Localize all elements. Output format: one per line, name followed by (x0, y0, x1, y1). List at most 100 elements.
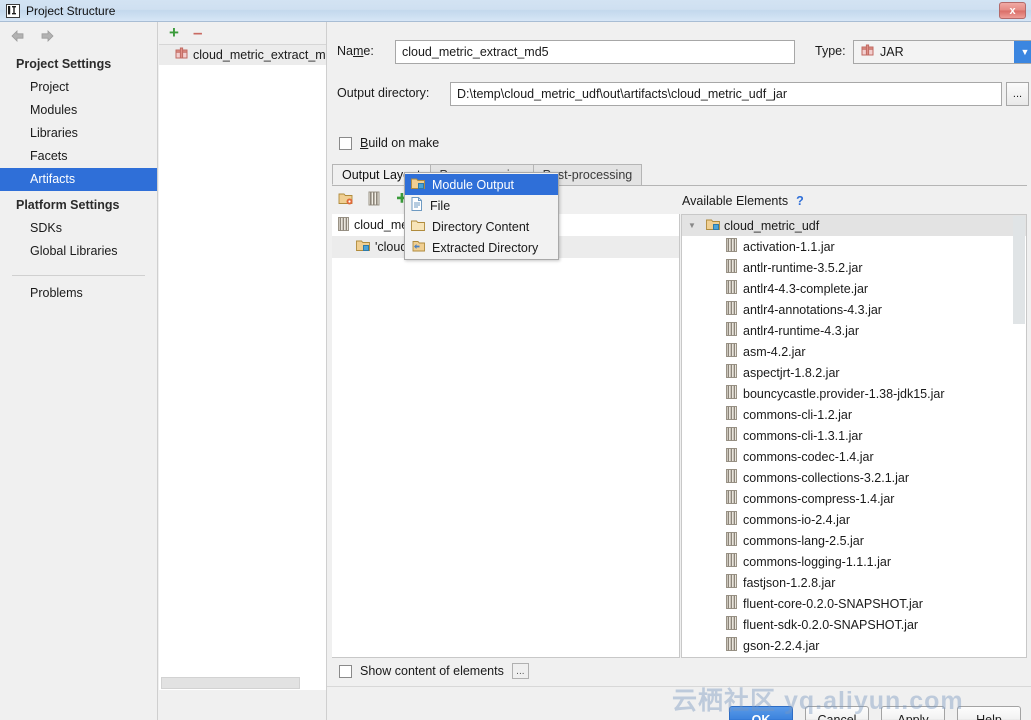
build-on-make-label: Build on make (360, 136, 440, 150)
sidebar-item-sdks[interactable]: SDKs (0, 217, 157, 240)
back-arrow-icon[interactable] (10, 28, 26, 44)
menu-item-label: Extracted Directory (432, 240, 539, 255)
cancel-button[interactable]: Cancel (805, 706, 869, 720)
tree-root-cloud-metric-udf[interactable]: ▼ cloud_metric_udf (682, 215, 1026, 236)
type-label: Type: (815, 44, 846, 58)
available-element-row[interactable]: commons-io-2.4.jar (682, 509, 1026, 530)
show-content-options-button[interactable]: ... (511, 663, 529, 679)
jar-icon (726, 427, 737, 444)
artifact-jar-icon (175, 47, 188, 63)
apply-button[interactable]: Apply (881, 706, 945, 720)
available-element-label: fastjson-1.2.8.jar (743, 575, 836, 590)
intellij-idea-icon (6, 3, 20, 18)
help-icon[interactable]: ? (796, 194, 804, 208)
chevron-down-icon[interactable]: ▼ (1014, 41, 1031, 63)
jar-icon (726, 616, 737, 633)
available-element-label: aspectjrt-1.8.2.jar (743, 365, 840, 380)
create-directory-icon[interactable] (338, 191, 354, 209)
forward-arrow-icon[interactable] (39, 28, 55, 44)
available-element-row[interactable]: bouncycastle.provider-1.38-jdk15.jar (682, 383, 1026, 404)
sidebar-item-artifacts[interactable]: Artifacts (0, 168, 157, 191)
available-elements-scrollbar[interactable] (1013, 216, 1025, 657)
available-element-row[interactable]: antlr4-4.3-complete.jar (682, 278, 1026, 299)
show-content-checkbox[interactable] (339, 664, 352, 678)
jar-icon (726, 574, 737, 591)
sidebar-navbar (0, 22, 157, 50)
sidebar-item-project[interactable]: Project (0, 76, 157, 99)
help-button[interactable]: Help (957, 706, 1021, 720)
jar-icon (338, 216, 349, 234)
add-artifact-button[interactable]: + (169, 24, 179, 41)
sidebar-item-libraries[interactable]: Libraries (0, 122, 157, 145)
scrollbar-thumb[interactable] (1013, 216, 1025, 324)
available-element-label: commons-logging-1.1.1.jar (743, 554, 891, 569)
available-elements-header: Available Elements ? (681, 190, 1027, 212)
output-directory-input[interactable]: D:\temp\cloud_metric_udf\out\artifacts\c… (450, 82, 1002, 106)
available-element-row[interactable]: fluent-sdk-0.2.0-SNAPSHOT.jar (682, 614, 1026, 635)
available-element-row[interactable]: commons-cli-1.3.1.jar (682, 425, 1026, 446)
menu-item-file[interactable]: File (405, 195, 558, 216)
ok-button[interactable]: OK (729, 706, 793, 720)
folder-icon (411, 219, 425, 235)
available-element-row[interactable]: activation-1.1.jar (682, 236, 1026, 257)
list-item-label: cloud_metric_extract_m (193, 48, 326, 62)
browse-output-directory-button[interactable]: ... (1006, 82, 1029, 106)
available-element-row[interactable]: gson-2.2.4.jar (682, 635, 1026, 656)
output-directory-row: Output directory: D:\temp\cloud_metric_u… (337, 82, 1029, 106)
artifact-detail-pane: Name: cloud_metric_extract_md5 Type: JAR… (326, 22, 1031, 720)
menu-item-extracted-directory[interactable]: Extracted Directory (405, 237, 558, 258)
sidebar-item-problems[interactable]: Problems (0, 276, 157, 305)
checkbox-box[interactable] (339, 136, 352, 150)
jar-icon (726, 322, 737, 339)
type-dropdown[interactable]: JAR ▼ (853, 40, 1031, 64)
menu-item-directory-content[interactable]: Directory Content (405, 216, 558, 237)
output-layout-toolbar (334, 190, 412, 210)
available-element-label: commons-cli-1.3.1.jar (743, 428, 863, 443)
artifacts-horizontal-scrollbar[interactable] (159, 676, 326, 690)
available-element-row[interactable]: fluent-core-0.2.0-SNAPSHOT.jar (682, 593, 1026, 614)
available-element-row[interactable]: commons-collections-3.2.1.jar (682, 467, 1026, 488)
output-layout-tree[interactable]: cloud_me 'cloud_ t (332, 214, 680, 658)
jar-icon (726, 595, 737, 612)
available-element-row[interactable]: commons-compress-1.4.jar (682, 488, 1026, 509)
create-archive-icon[interactable] (368, 191, 380, 209)
jar-icon (726, 406, 737, 423)
available-element-label: antlr4-annotations-4.3.jar (743, 302, 882, 317)
file-icon (411, 197, 423, 214)
available-element-row[interactable]: commons-logging-1.1.1.jar (682, 551, 1026, 572)
available-element-row[interactable]: antlr4-annotations-4.3.jar (682, 299, 1026, 320)
output-directory-label: Output directory: (337, 86, 430, 100)
menu-item-module-output[interactable]: Module Output (405, 174, 558, 195)
close-button[interactable]: x (999, 2, 1026, 19)
show-content-label: Show content of elements (360, 664, 504, 678)
available-element-row[interactable]: commons-codec-1.4.jar (682, 446, 1026, 467)
scrollbar-thumb[interactable] (161, 677, 300, 689)
available-element-row[interactable]: antlr4-runtime-4.3.jar (682, 320, 1026, 341)
expander-collapse-icon[interactable]: ▼ (688, 221, 702, 230)
build-on-make-checkbox[interactable]: Build on make (339, 136, 439, 150)
list-item[interactable]: cloud_metric_extract_m (159, 45, 326, 65)
menu-item-label: File (430, 198, 451, 213)
sidebar-item-modules[interactable]: Modules (0, 99, 157, 122)
available-elements-list: activation-1.1.jar antlr-runtime-3.5.2.ja… (682, 236, 1026, 656)
available-element-label: antlr4-4.3-complete.jar (743, 281, 869, 296)
sidebar-item-facets[interactable]: Facets (0, 145, 157, 168)
jar-icon (726, 490, 737, 507)
available-element-label: commons-lang-2.5.jar (743, 533, 864, 548)
name-input[interactable]: cloud_metric_extract_md5 (395, 40, 795, 64)
available-element-row[interactable]: antlr-runtime-3.5.2.jar (682, 257, 1026, 278)
sidebar-item-global-libraries[interactable]: Global Libraries (0, 240, 157, 263)
available-element-row[interactable]: commons-cli-1.2.jar (682, 404, 1026, 425)
available-element-row[interactable]: commons-lang-2.5.jar (682, 530, 1026, 551)
dialog-button-bar: OK Cancel Apply Help (729, 706, 1021, 720)
available-element-label: commons-codec-1.4.jar (743, 449, 874, 464)
available-elements-tree[interactable]: ▼ cloud_metric_udf activation-1.1.jar ant… (681, 214, 1027, 658)
remove-artifact-button[interactable]: – (193, 24, 202, 41)
available-element-label: fluent-core-0.2.0-SNAPSHOT.jar (743, 596, 923, 611)
sidebar-section-platform-settings: Platform Settings (16, 198, 120, 212)
available-element-row[interactable]: asm-4.2.jar (682, 341, 1026, 362)
window-title: Project Structure (26, 3, 116, 18)
button-bar-divider (327, 686, 1031, 687)
available-element-row[interactable]: aspectjrt-1.8.2.jar (682, 362, 1026, 383)
available-element-row[interactable]: fastjson-1.2.8.jar (682, 572, 1026, 593)
